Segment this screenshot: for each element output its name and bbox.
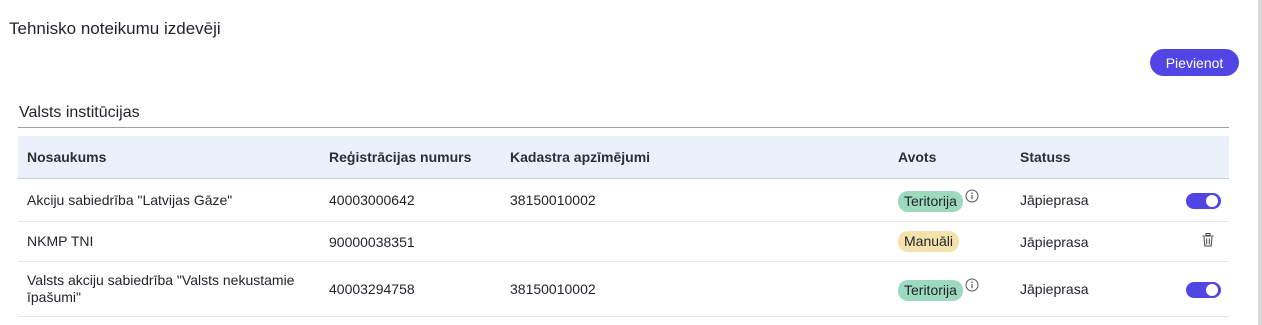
cell-reg-no: 90000038351 <box>320 221 501 262</box>
info-icon[interactable] <box>965 189 979 206</box>
add-button[interactable]: Pievienot <box>1150 49 1239 76</box>
cell-action <box>1146 178 1229 222</box>
cell-status: Jāpieprasa <box>1011 261 1146 317</box>
section-divider <box>18 127 1229 128</box>
issuers-table: Nosaukums Reģistrācijas numurs Kadastra … <box>18 136 1229 317</box>
enabled-toggle[interactable] <box>1186 192 1221 209</box>
section-title: Valsts institūcijas <box>19 104 140 121</box>
table-row: Valsts akciju sabiedrība "Valsts nekusta… <box>18 261 1229 317</box>
enabled-toggle[interactable] <box>1186 281 1221 298</box>
column-header-cadastre[interactable]: Kadastra apzīmējumi <box>501 136 889 179</box>
table-row: NKMP TNI 90000038351 Manuāli Jāpieprasa <box>18 221 1229 262</box>
column-header-source[interactable]: Avots <box>889 136 1011 179</box>
info-icon[interactable] <box>965 278 979 295</box>
column-header-name[interactable]: Nosaukums <box>18 136 320 179</box>
table-header-row: Nosaukums Reģistrācijas numurs Kadastra … <box>18 136 1229 179</box>
cell-source: Manuāli <box>889 221 1011 262</box>
cell-cadastre: 38150010002 <box>501 178 889 222</box>
cell-status: Jāpieprasa <box>1011 221 1146 262</box>
source-badge: Manuāli <box>898 231 960 252</box>
cell-reg-no: 40003294758 <box>320 261 501 317</box>
source-badge: Teritorija <box>898 279 963 301</box>
cell-name: NKMP TNI <box>18 221 320 262</box>
cell-name: Akciju sabiedrība "Latvijas Gāze" <box>18 178 320 222</box>
cell-action <box>1146 261 1229 317</box>
cell-cadastre <box>501 221 889 262</box>
column-header-reg-no[interactable]: Reģistrācijas numurs <box>320 136 501 179</box>
cell-name: Valsts akciju sabiedrība "Valsts nekusta… <box>18 261 320 317</box>
cell-source: Teritorija <box>889 261 1011 317</box>
cell-reg-no: 40003000642 <box>320 178 501 222</box>
source-badge: Teritorija <box>898 190 963 212</box>
column-header-status[interactable]: Statuss <box>1011 136 1146 179</box>
cell-cadastre: 38150010002 <box>501 261 889 317</box>
column-header-actions <box>1146 136 1229 179</box>
table-row: Akciju sabiedrība "Latvijas Gāze" 400030… <box>18 178 1229 222</box>
scrollbar[interactable] <box>1258 0 1262 325</box>
page-title: Tehnisko noteikumu izdevēji <box>9 19 221 38</box>
cell-action <box>1146 221 1229 262</box>
trash-icon[interactable] <box>1202 233 1214 250</box>
cell-source: Teritorija <box>889 178 1011 222</box>
cell-status: Jāpieprasa <box>1011 178 1146 222</box>
